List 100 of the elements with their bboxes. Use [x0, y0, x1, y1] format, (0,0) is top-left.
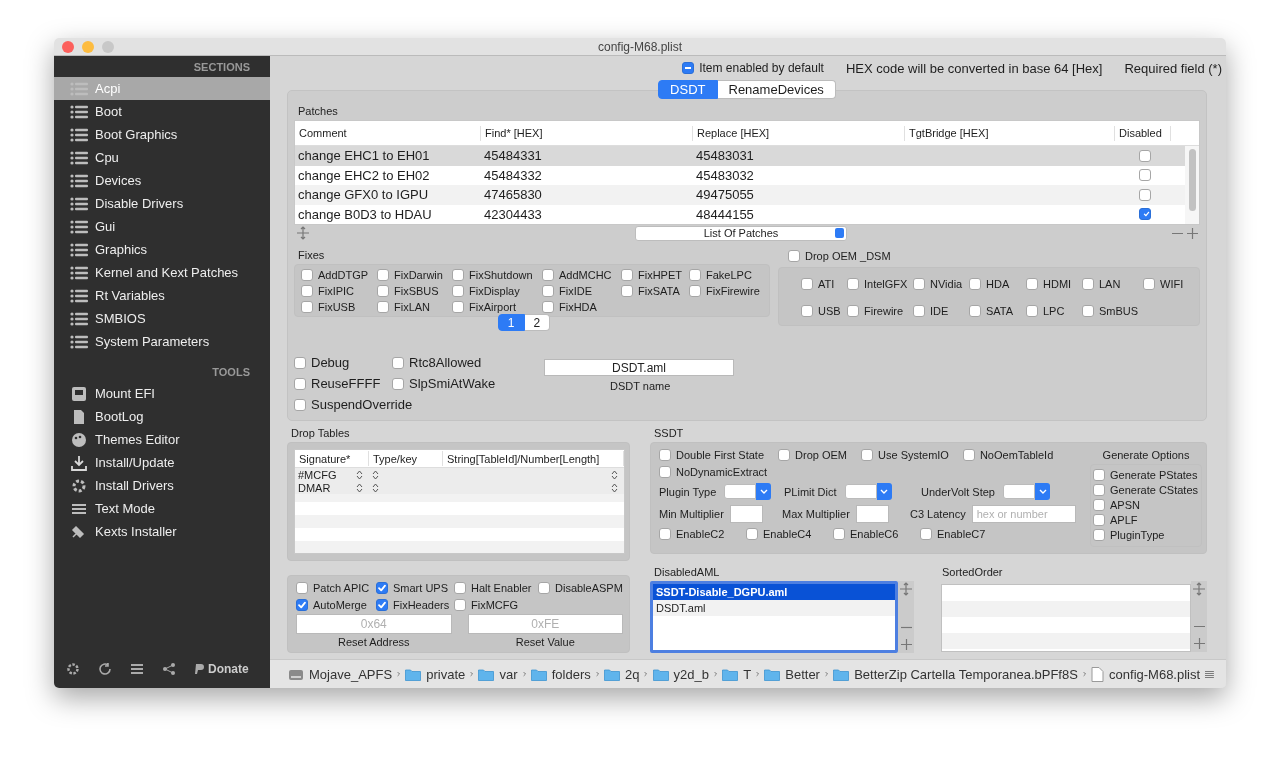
checkbox[interactable] [969, 278, 981, 290]
sidebar-item[interactable]: BootLog [54, 405, 270, 428]
path-item[interactable]: folders [530, 666, 591, 682]
sidebar-item[interactable]: Kernel and Kext Patches [54, 261, 270, 284]
checkbox[interactable] [1093, 484, 1105, 496]
checkbox[interactable] [1093, 529, 1105, 541]
gear-icon[interactable] [66, 662, 80, 676]
tab[interactable]: DSDT [658, 80, 718, 99]
checkbox[interactable] [392, 356, 404, 369]
checkbox[interactable] [1093, 469, 1105, 481]
checkbox[interactable] [1026, 305, 1038, 317]
column-header[interactable]: Comment [295, 125, 481, 141]
checkbox[interactable] [296, 599, 308, 611]
minimize-button[interactable] [82, 40, 94, 53]
sidebar-item[interactable]: Gui [54, 215, 270, 238]
checkbox[interactable] [861, 449, 873, 461]
move-icon[interactable] [899, 582, 913, 596]
stepper-icon[interactable] [611, 482, 618, 493]
stepper-icon[interactable] [356, 482, 363, 493]
path-item[interactable]: private [405, 666, 466, 682]
checkbox[interactable] [542, 301, 554, 313]
checkbox[interactable] [294, 398, 306, 411]
checkbox[interactable] [1082, 305, 1094, 317]
stepper-icon[interactable] [356, 469, 363, 480]
sidebar-item[interactable]: Mount EFI [54, 382, 270, 405]
checkbox[interactable] [1026, 278, 1038, 290]
checkbox[interactable] [542, 269, 554, 281]
checkbox[interactable] [301, 269, 313, 281]
checkbox[interactable] [377, 269, 389, 281]
path-item[interactable]: T [722, 666, 752, 682]
path-item[interactable]: 2q [603, 666, 640, 682]
checkbox[interactable] [1093, 514, 1105, 526]
sidebar-item[interactable]: Disable Drivers [54, 192, 270, 215]
column-header[interactable]: Replace [HEX] [693, 125, 905, 141]
checkbox[interactable] [377, 285, 389, 297]
checkbox[interactable] [801, 305, 813, 317]
checkbox[interactable] [454, 599, 466, 611]
column-header[interactable]: Find* [HEX] [481, 125, 693, 141]
refresh-icon[interactable] [98, 662, 112, 676]
scrollbar-thumb[interactable] [1188, 149, 1196, 211]
checkbox[interactable] [621, 285, 633, 297]
donate-button[interactable]: Donate [194, 662, 249, 676]
checkbox[interactable] [659, 466, 671, 478]
add-icon[interactable] [1187, 227, 1198, 239]
sidebar-item[interactable]: Install/Update [54, 451, 270, 474]
path-item[interactable]: y2d_b [652, 666, 709, 682]
checkbox[interactable] [913, 278, 925, 290]
checkbox[interactable] [454, 582, 466, 594]
checkbox[interactable] [913, 305, 925, 317]
dropdown[interactable] [844, 483, 892, 500]
path-item[interactable]: config-M68.plist [1091, 666, 1201, 682]
sidebar-item[interactable]: Cpu [54, 146, 270, 169]
column-header[interactable]: Disabled [1115, 125, 1171, 141]
sidebar-item[interactable]: Themes Editor [54, 428, 270, 451]
checkbox[interactable] [621, 269, 633, 281]
min-multiplier-field[interactable] [729, 505, 763, 523]
checkbox[interactable] [801, 278, 813, 290]
checkbox[interactable] [392, 377, 404, 390]
checkbox[interactable] [1143, 278, 1155, 290]
sidebar-item[interactable]: Boot Graphics [54, 123, 270, 146]
checkbox[interactable] [294, 377, 306, 390]
checkbox[interactable] [542, 285, 554, 297]
checkbox[interactable] [778, 449, 791, 461]
sidebar-item[interactable]: SMBIOS [54, 307, 270, 330]
path-item[interactable]: var [478, 666, 518, 682]
menu-icon[interactable] [1205, 668, 1214, 680]
checkbox[interactable] [296, 582, 308, 594]
checkbox[interactable] [452, 269, 464, 281]
sidebar-item[interactable]: Graphics [54, 238, 270, 261]
stepper-icon[interactable] [372, 469, 379, 480]
column-header[interactable]: TgtBridge [HEX] [905, 125, 1115, 141]
stepper-icon[interactable] [611, 469, 618, 480]
zoom-button[interactable] [102, 40, 114, 53]
checkbox[interactable] [301, 285, 313, 297]
share-icon[interactable] [162, 662, 176, 676]
page-button[interactable]: 1 [497, 314, 525, 331]
move-icon[interactable] [1192, 582, 1206, 596]
column-header[interactable]: Type/key [369, 451, 443, 466]
checkbox[interactable] [1138, 149, 1151, 162]
sidebar-item[interactable]: System Parameters [54, 330, 270, 353]
close-button[interactable] [62, 40, 74, 53]
checkbox[interactable] [377, 301, 389, 313]
reset-value-field[interactable]: 0xFE [467, 614, 623, 634]
dsdt-name-field[interactable]: DSDT.aml [544, 359, 734, 376]
sidebar-item[interactable]: Boot [54, 100, 270, 123]
reset-address-field[interactable]: 0x64 [296, 614, 452, 634]
page-button[interactable]: 2 [524, 314, 551, 331]
list-dropdown[interactable]: List Of Patches [635, 225, 847, 241]
checkbox[interactable] [1082, 278, 1094, 290]
path-item[interactable]: BetterZip Cartella Temporanea.bPFf8S [833, 666, 1078, 682]
checkbox[interactable] [1138, 188, 1151, 201]
add-icon[interactable] [900, 639, 912, 650]
checkbox[interactable] [452, 285, 464, 297]
dropdown[interactable] [1003, 483, 1050, 500]
checkbox[interactable] [659, 449, 671, 461]
stepper-icon[interactable] [372, 482, 379, 493]
column-header[interactable]: Signature* [295, 451, 369, 466]
checkbox[interactable] [689, 269, 701, 281]
path-item[interactable]: Mojave_APFS [288, 666, 393, 682]
sidebar-item[interactable]: Text Mode [54, 497, 270, 520]
